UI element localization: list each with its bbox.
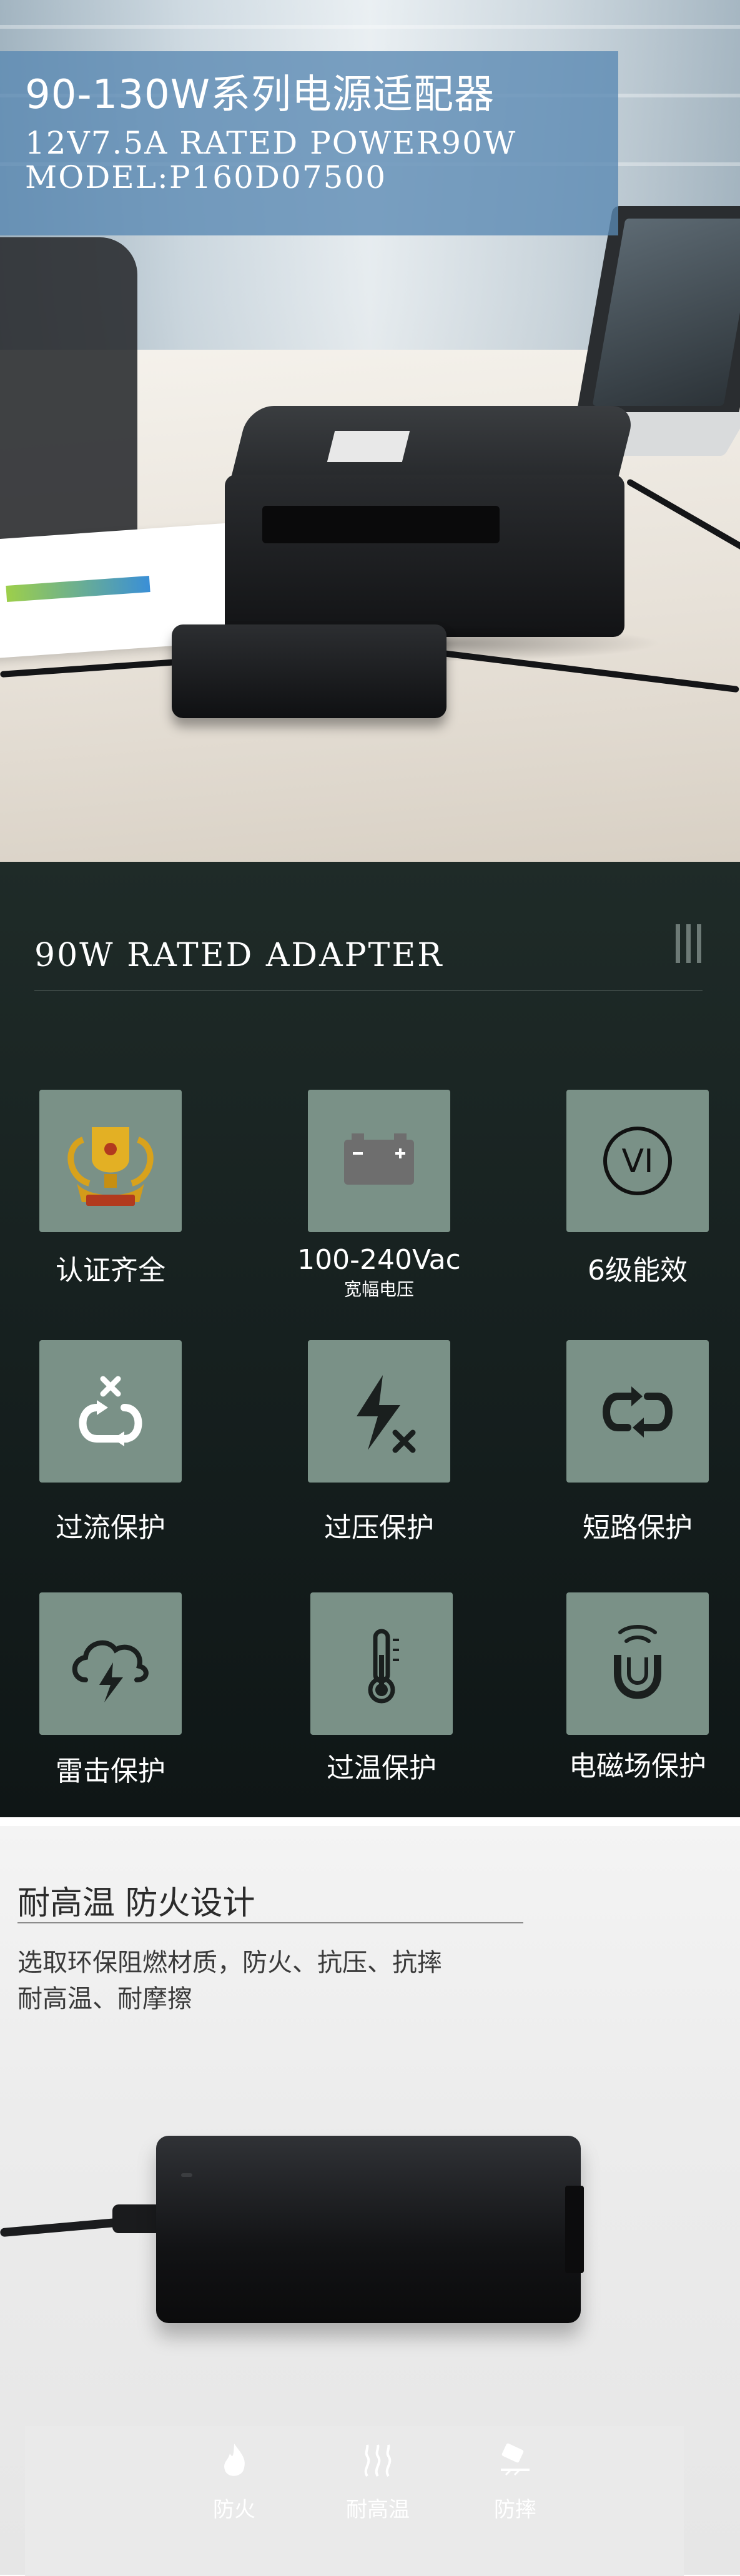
fire-feature-label: 防摔 — [494, 2497, 536, 2522]
adapter-indicator — [181, 2173, 192, 2177]
window-blind — [0, 25, 740, 29]
fire-feature-drop: 防摔 — [453, 2439, 578, 2523]
feature-label-lightning: 雷击保护 — [56, 1755, 165, 1787]
fireproof-title: 耐高温 防火设计 — [17, 1885, 255, 1922]
fireproof-icon-strip: 防火 耐高温 防摔 — [25, 2426, 684, 2576]
thermometer-icon — [368, 1629, 399, 1704]
flame-icon — [224, 2444, 245, 2476]
feature-label-short-circuit: 短路保护 — [583, 1512, 693, 1544]
overcurrent-icon — [79, 1376, 142, 1446]
features-section: 90W RATED ADAPTER 认证齐全 100-240Vac 宽幅电压 V… — [0, 862, 740, 1817]
magnet-icon — [614, 1625, 661, 1699]
hero-model: MODEL:P160D07500 — [25, 159, 387, 195]
feature-label-certification: 认证齐全 — [56, 1255, 165, 1286]
feature-label-emf: 电磁场保护 — [569, 1750, 706, 1782]
fireproof-divider — [17, 1922, 523, 1923]
fireproof-desc-line1: 选取环保阻燃材质，防火、抗压、抗摔 — [17, 1948, 442, 1977]
fire-feature-heat: 耐高温 — [315, 2439, 440, 2523]
fireproof-section: 耐高温 防火设计 选取环保阻燃材质，防火、抗压、抗摔 耐高温、耐摩擦 防火 耐高… — [0, 1817, 740, 2576]
battery-icon — [344, 1133, 414, 1185]
lightning-cloud-icon — [72, 1640, 149, 1702]
hero-title: 90-130W系列电源适配器 — [25, 72, 495, 118]
feature-label-efficiency: 6级能效 — [588, 1255, 688, 1286]
feature-label-overcurrent: 过流保护 — [56, 1512, 165, 1544]
adapter-socket — [565, 2186, 584, 2273]
features-divider — [34, 990, 703, 991]
section-separator — [0, 1817, 740, 1826]
fire-feature-label: 耐高温 — [346, 2497, 410, 2522]
adapter-product-image — [156, 2136, 581, 2323]
feature-label-overtemp: 过温保护 — [327, 1752, 437, 1784]
trophy-icon — [67, 1127, 154, 1206]
hero-section: 90-130W系列电源适配器 12V7.5A RATED POWER90W MO… — [0, 0, 740, 862]
feature-tile-emf — [566, 1592, 709, 1735]
power-adapter-image — [172, 624, 446, 718]
feature-tile-overtemp — [310, 1592, 453, 1735]
feature-tile-certification — [39, 1090, 182, 1232]
office-chair — [0, 237, 137, 562]
printer-body — [225, 475, 624, 637]
feature-tile-short-circuit — [566, 1340, 709, 1483]
heat-waves-icon — [364, 2444, 392, 2477]
feature-tile-lightning — [39, 1592, 182, 1735]
feature-tile-efficiency: VI — [566, 1090, 709, 1232]
feature-label-overvoltage: 过压保护 — [324, 1512, 434, 1544]
fireproof-desc-line2: 耐高温、耐摩擦 — [17, 1985, 192, 2013]
feature-label-voltage: 100-240Vac — [297, 1244, 461, 1276]
feature-tile-overvoltage — [308, 1340, 450, 1483]
svg-text:VI: VI — [622, 1143, 654, 1180]
decorative-bars-icon — [676, 924, 702, 963]
feature-tile-overcurrent — [39, 1340, 182, 1483]
drop-resistant-icon — [501, 2443, 530, 2476]
overvoltage-icon — [357, 1375, 416, 1453]
features-heading: 90W RATED ADAPTER — [34, 937, 444, 974]
vi-badge-icon: VI — [603, 1127, 672, 1195]
adapter-cable — [0, 2218, 119, 2238]
hero-rating: 12V7.5A RATED POWER90W — [25, 125, 517, 161]
printer-label — [327, 431, 410, 462]
fire-feature-label: 防火 — [213, 2497, 255, 2522]
feature-sublabel-voltage: 宽幅电压 — [343, 1279, 414, 1300]
fire-feature-flame: 防火 — [172, 2439, 297, 2523]
adapter-strain-relief — [112, 2204, 162, 2233]
short-circuit-icon — [603, 1386, 673, 1438]
feature-tile-voltage — [308, 1090, 450, 1232]
printer-slot — [262, 506, 500, 543]
